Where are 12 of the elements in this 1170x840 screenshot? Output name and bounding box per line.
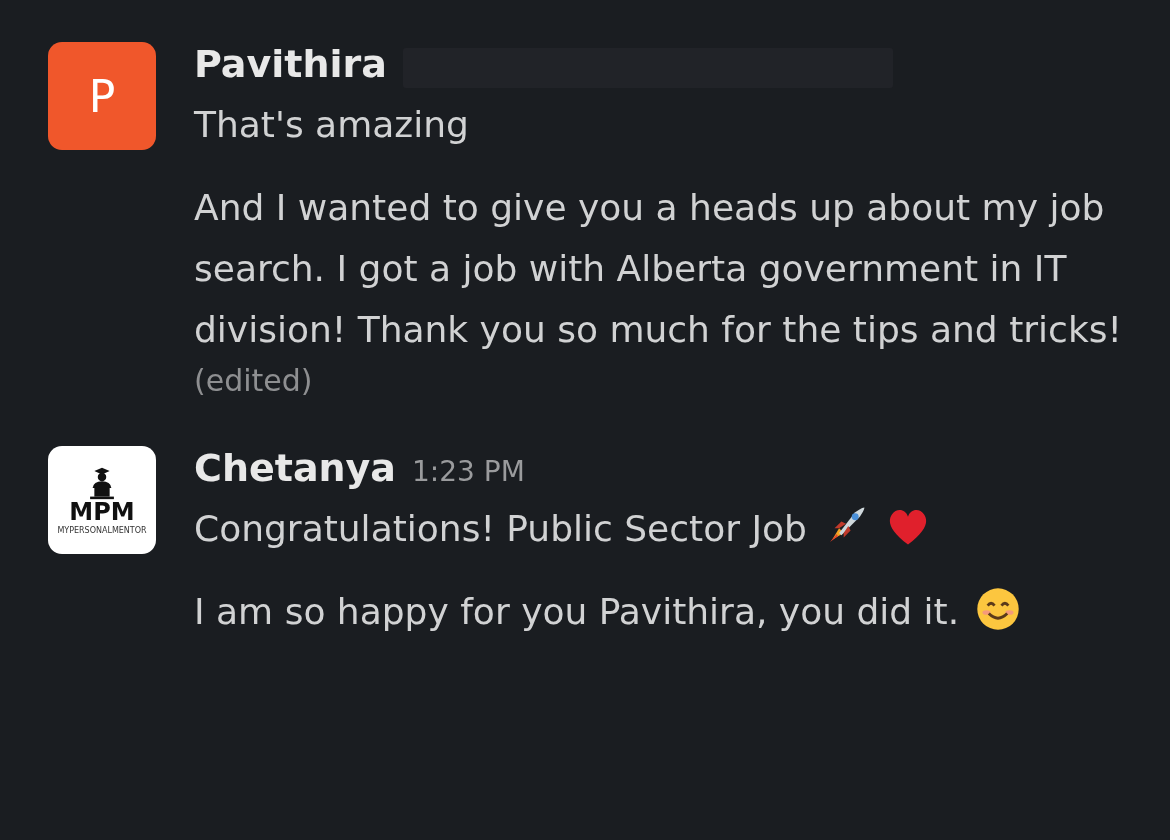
logo-text: MPM — [69, 499, 135, 524]
smiling-face-icon — [975, 586, 1022, 632]
message-text: That's amazing — [194, 104, 469, 145]
logo-avatar[interactable]: MPM MYPERSONALMENTOR — [48, 446, 156, 554]
author-name[interactable]: Pavithira — [194, 42, 387, 86]
edited-label: (edited) — [194, 362, 314, 400]
timestamp[interactable]: 1:23 PM — [412, 455, 525, 488]
logo-caption: MYPERSONALMENTOR — [57, 525, 147, 535]
message-text: And I wanted to give you a heads up about my job search. I got a job with Alberta government in IT division! Thank you so much for the tips and tricks! — [194, 187, 1122, 350]
message-text: Congratulations! Public Sector Job — [194, 508, 807, 549]
message-text: I am so happy for you Pavithira, you did it. — [194, 591, 960, 632]
author-name[interactable]: Chetanya — [194, 446, 396, 490]
